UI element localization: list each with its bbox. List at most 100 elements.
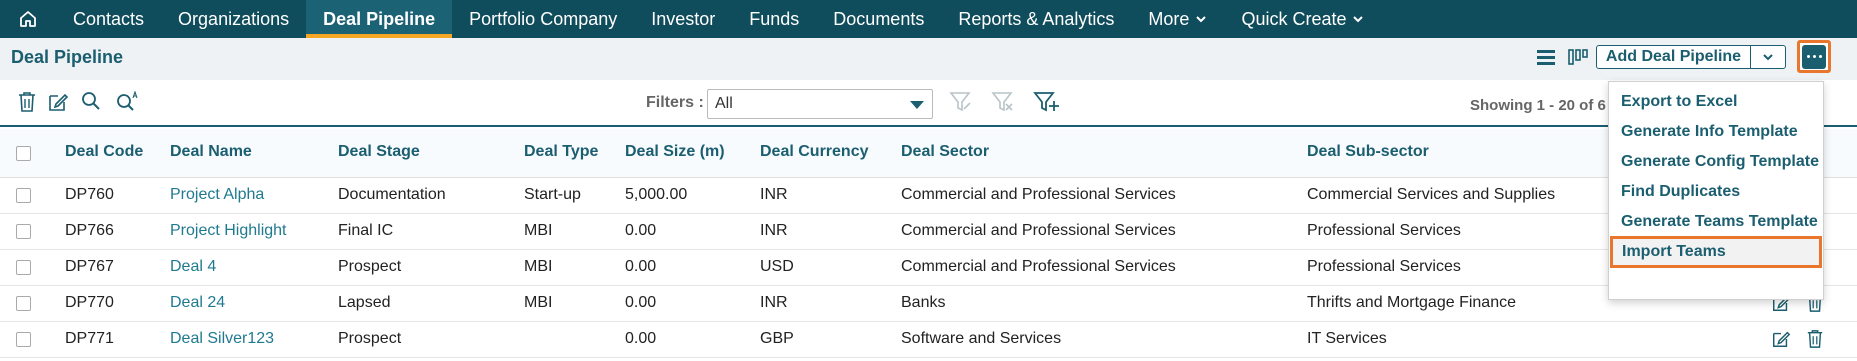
filter-add-icon[interactable] <box>1033 91 1059 118</box>
cell-deal-type: Start-up <box>524 186 581 203</box>
cell-deal-code: DP770 <box>65 294 114 311</box>
column-header-deal-stage[interactable]: Deal Stage <box>338 143 420 161</box>
table-row[interactable]: DP766 Project Highlight Final IC MBI 0.0… <box>0 214 1857 250</box>
cell-deal-currency: INR <box>760 294 788 311</box>
nav-item-label: Portfolio Company <box>469 8 618 29</box>
menu-item-import-teams[interactable]: Import Teams <box>1610 236 1822 268</box>
row-checkbox[interactable] <box>16 332 31 347</box>
row-checkbox[interactable] <box>16 260 31 275</box>
cell-deal-type: MBI <box>524 294 553 311</box>
list-view-icon[interactable] <box>1536 49 1556 72</box>
nav-item-label: Organizations <box>178 8 290 29</box>
menu-item-generate-config-template[interactable]: Generate Config Template <box>1609 147 1823 177</box>
cell-deal-name-link[interactable]: Deal 4 <box>170 258 216 276</box>
nav-item-label: Contacts <box>73 8 145 29</box>
row-checkbox[interactable] <box>16 224 31 239</box>
nav-item-organizations[interactable]: Organizations <box>161 0 306 38</box>
nav-item-label: Investor <box>651 8 716 29</box>
kanban-view-icon[interactable] <box>1568 49 1588 72</box>
nav-item-more[interactable]: More <box>1131 0 1224 38</box>
cell-deal-code: DP760 <box>65 186 114 203</box>
row-edit-icon[interactable] <box>1771 329 1791 354</box>
cell-deal-stage: Prospect <box>338 258 402 275</box>
dropdown-arrow-icon <box>910 101 924 109</box>
home-icon[interactable] <box>0 0 56 38</box>
menu-item-find-duplicates[interactable]: Find Duplicates <box>1609 177 1823 207</box>
column-header-deal-name[interactable]: Deal Name <box>170 143 252 161</box>
edit-icon[interactable] <box>47 91 69 118</box>
cell-deal-name-link[interactable]: Project Highlight <box>170 222 287 240</box>
more-actions-menu: Export to Excel Generate Info Template G… <box>1608 81 1824 300</box>
cell-deal-subsector: Thrifts and Mortgage Finance <box>1307 294 1516 311</box>
cell-deal-currency: INR <box>760 222 788 239</box>
nav-item-portfolio-company[interactable]: Portfolio Company <box>452 0 634 38</box>
menu-item-generate-info-template[interactable]: Generate Info Template <box>1609 117 1823 147</box>
nav-item-contacts[interactable]: Contacts <box>56 0 161 38</box>
add-deal-pipeline-label: Add Deal Pipeline <box>1597 46 1751 68</box>
nav-item-reports-analytics[interactable]: Reports & Analytics <box>941 0 1131 38</box>
cell-deal-size: 0.00 <box>625 330 657 347</box>
filter-edit-icon[interactable] <box>949 91 973 118</box>
column-header-deal-currency[interactable]: Deal Currency <box>760 143 869 161</box>
column-header-deal-subsector[interactable]: Deal Sub-sector <box>1307 143 1429 161</box>
chevron-down-icon <box>1352 9 1364 30</box>
more-actions-button[interactable] <box>1797 40 1831 73</box>
cell-deal-subsector: Professional Services <box>1307 222 1461 239</box>
cell-deal-size: 0.00 <box>625 294 657 311</box>
table-row[interactable]: DP760 Project Alpha Documentation Start-… <box>0 178 1857 214</box>
column-header-deal-code[interactable]: Deal Code <box>65 143 143 161</box>
column-header-deal-sector[interactable]: Deal Sector <box>901 143 989 161</box>
cell-deal-sector: Commercial and Professional Services <box>901 186 1176 203</box>
cell-deal-name-link[interactable]: Deal 24 <box>170 294 225 312</box>
table-row[interactable]: DP767 Deal 4 Prospect MBI 0.00 USD Comme… <box>0 250 1857 286</box>
cell-deal-sector: Banks <box>901 294 946 311</box>
list-toolbar: Filters : All Showing 1 - 20 of 6 <box>0 80 1857 127</box>
table-row[interactable]: DP771 Deal Silver123 Prospect 0.00 GBP S… <box>0 322 1857 358</box>
filter-clear-icon[interactable] <box>991 91 1015 118</box>
ellipsis-icon <box>1802 44 1826 69</box>
add-deal-pipeline-button[interactable]: Add Deal Pipeline <box>1596 45 1786 69</box>
nav-item-label: Quick Create <box>1241 8 1347 29</box>
row-delete-icon[interactable] <box>1806 329 1824 354</box>
table-header: Deal Code Deal Name Deal Stage Deal Type… <box>0 129 1857 178</box>
cell-deal-stage: Final IC <box>338 222 394 239</box>
column-header-deal-type[interactable]: Deal Type <box>524 143 598 161</box>
chevron-down-icon <box>1195 9 1207 30</box>
cell-deal-currency: GBP <box>760 330 794 347</box>
cell-deal-type: MBI <box>524 258 553 275</box>
page-header: Deal Pipeline Add Deal Pipeline <box>0 38 1857 80</box>
nav-item-quick-create[interactable]: Quick Create <box>1224 0 1381 38</box>
menu-item-generate-teams-template[interactable]: Generate Teams Template <box>1609 207 1823 237</box>
cell-deal-sector: Commercial and Professional Services <box>901 222 1176 239</box>
select-all-checkbox[interactable] <box>16 146 31 161</box>
search-icon[interactable] <box>81 91 101 116</box>
pagination-summary: Showing 1 - 20 of 6 <box>1470 97 1606 114</box>
nav-item-funds[interactable]: Funds <box>732 0 816 38</box>
nav-item-documents[interactable]: Documents <box>816 0 941 38</box>
column-header-deal-size[interactable]: Deal Size (m) <box>625 143 725 161</box>
chevron-down-icon[interactable] <box>1751 46 1785 68</box>
cell-deal-stage: Lapsed <box>338 294 391 311</box>
menu-item-export-to-excel[interactable]: Export to Excel <box>1609 87 1823 117</box>
page-title: Deal Pipeline <box>11 47 124 67</box>
cell-deal-name-link[interactable]: Project Alpha <box>170 186 264 204</box>
nav-item-label: Deal Pipeline <box>323 8 436 29</box>
cell-deal-type: MBI <box>524 222 553 239</box>
cell-deal-code: DP771 <box>65 330 114 347</box>
cell-deal-subsector: Commercial Services and Supplies <box>1307 186 1556 203</box>
cell-deal-currency: USD <box>760 258 794 275</box>
cell-deal-currency: INR <box>760 186 788 203</box>
table-row[interactable]: DP770 Deal 24 Lapsed MBI 0.00 INR Banks … <box>0 286 1857 322</box>
cell-deal-stage: Documentation <box>338 186 446 203</box>
cell-deal-name-link[interactable]: Deal Silver123 <box>170 330 274 348</box>
row-checkbox[interactable] <box>16 188 31 203</box>
delete-icon[interactable] <box>17 91 37 118</box>
advanced-search-icon[interactable] <box>116 90 140 116</box>
nav-item-investor[interactable]: Investor <box>634 0 732 38</box>
filter-select[interactable]: All <box>707 89 933 119</box>
nav-item-label: More <box>1148 8 1190 29</box>
nav-item-deal-pipeline[interactable]: Deal Pipeline <box>306 0 453 38</box>
cell-deal-code: DP767 <box>65 258 114 275</box>
row-checkbox[interactable] <box>16 296 31 311</box>
filters-label: Filters : <box>646 94 704 111</box>
